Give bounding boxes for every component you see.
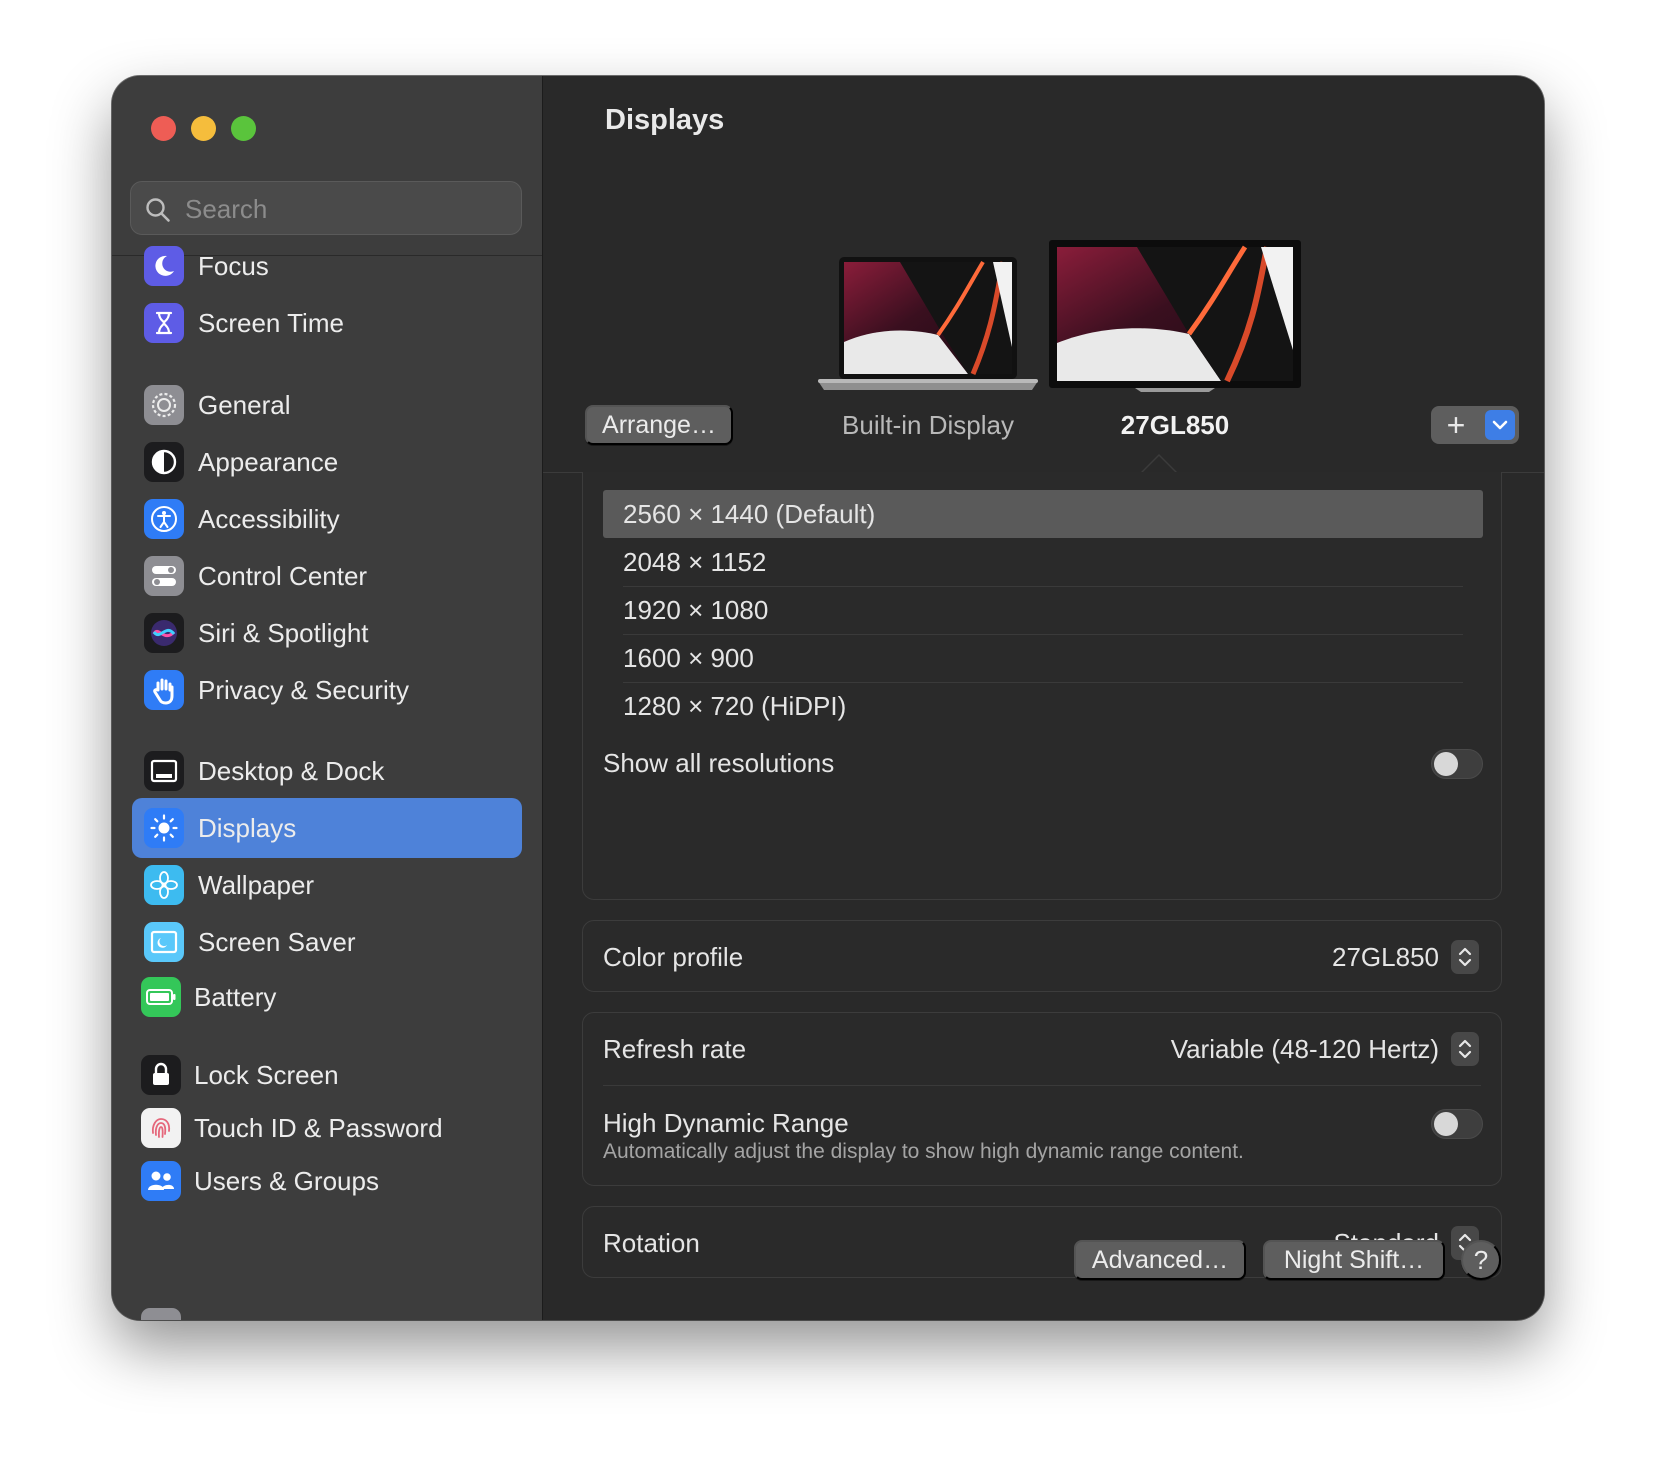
sun-icon bbox=[144, 808, 184, 848]
sidebar-item-screen-time[interactable]: Screen Time bbox=[132, 293, 522, 353]
zoom-button[interactable] bbox=[231, 116, 256, 141]
sidebar-item-label: Lock Screen bbox=[194, 1060, 339, 1090]
external-display-label[interactable]: 27GL850 bbox=[1049, 410, 1301, 441]
hdr-toggle[interactable] bbox=[1431, 1109, 1483, 1139]
partial-sidebar-icon bbox=[141, 1308, 181, 1320]
dock-icon bbox=[144, 751, 184, 791]
sidebar-item-label: Wallpaper bbox=[198, 870, 315, 900]
show-all-resolutions-toggle[interactable] bbox=[1431, 749, 1483, 779]
sidebar: Focus Screen Time General Appearance bbox=[112, 76, 543, 1320]
search-input[interactable] bbox=[183, 182, 517, 236]
color-profile-label: Color profile bbox=[603, 942, 744, 972]
up-down-chevron-icon bbox=[1458, 947, 1472, 967]
add-display-button[interactable]: + bbox=[1431, 406, 1481, 444]
resolution-option[interactable]: 1600 × 900 bbox=[603, 634, 1483, 682]
selection-pointer bbox=[1141, 453, 1177, 474]
sidebar-item-label: General bbox=[198, 390, 291, 420]
resolution-panel: 2560 × 1440 (Default) 2048 × 1152 1920 ×… bbox=[582, 472, 1502, 900]
page-title: Displays bbox=[605, 104, 725, 136]
close-button[interactable] bbox=[151, 116, 176, 141]
sidebar-item-label: Screen Saver bbox=[198, 927, 356, 957]
sidebar-item-control-center[interactable]: Control Center bbox=[132, 546, 522, 606]
settings-window: Focus Screen Time General Appearance bbox=[112, 76, 1544, 1320]
sidebar-item-siri-spotlight[interactable]: Siri & Spotlight bbox=[132, 603, 522, 663]
flower-icon bbox=[144, 865, 184, 905]
toggle-knob bbox=[1434, 1112, 1458, 1136]
displays-pane: Displays Arrange… Built-in Display 27GL8… bbox=[543, 76, 1544, 1320]
sidebar-item-privacy-security[interactable]: Privacy & Security bbox=[132, 660, 522, 720]
builtin-display-thumbnail[interactable] bbox=[818, 257, 1038, 393]
hdr-label: High Dynamic Range bbox=[603, 1108, 849, 1138]
resolution-option[interactable]: 1920 × 1080 bbox=[603, 586, 1483, 634]
sidebar-item-users-groups[interactable]: Users & Groups bbox=[132, 1151, 522, 1211]
sidebar-item-displays[interactable]: Displays bbox=[132, 798, 522, 858]
refresh-rate-value[interactable]: Variable (48-120 Hertz) bbox=[1171, 1034, 1439, 1065]
sidebar-item-label: Control Center bbox=[198, 561, 368, 591]
sidebar-item-label: Siri & Spotlight bbox=[198, 618, 369, 648]
add-display-menu[interactable] bbox=[1485, 410, 1515, 440]
help-button[interactable]: ? bbox=[1461, 1240, 1501, 1280]
night-shift-button[interactable]: Night Shift… bbox=[1263, 1240, 1445, 1280]
moon-icon bbox=[144, 246, 184, 286]
sidebar-item-label: Users & Groups bbox=[194, 1166, 379, 1196]
refresh-rate-label: Refresh rate bbox=[603, 1034, 747, 1064]
sidebar-item-label: Focus bbox=[198, 251, 269, 281]
arrange-button[interactable]: Arrange… bbox=[585, 405, 733, 445]
toggles-icon bbox=[144, 556, 184, 596]
sidebar-item-label: Accessibility bbox=[198, 504, 340, 534]
sidebar-item-focus[interactable]: Focus bbox=[132, 236, 522, 296]
accessibility-icon bbox=[144, 499, 184, 539]
sidebar-item-label: Appearance bbox=[198, 447, 339, 477]
siri-icon bbox=[144, 613, 184, 653]
resolution-option[interactable]: 1280 × 720 (HiDPI) bbox=[603, 682, 1483, 730]
sidebar-item-accessibility[interactable]: Accessibility bbox=[132, 489, 522, 549]
hourglass-icon bbox=[144, 303, 184, 343]
advanced-button[interactable]: Advanced… bbox=[1074, 1240, 1246, 1280]
minimize-button[interactable] bbox=[191, 116, 216, 141]
resolution-option[interactable]: 2048 × 1152 bbox=[603, 538, 1483, 586]
sidebar-item-general[interactable]: General bbox=[132, 375, 522, 435]
builtin-display-label[interactable]: Built-in Display bbox=[818, 410, 1038, 441]
sidebar-item-label: Touch ID & Password bbox=[194, 1113, 443, 1143]
sidebar-item-lock-screen[interactable]: Lock Screen bbox=[132, 1045, 522, 1105]
users-icon bbox=[141, 1161, 181, 1201]
hdr-description: Automatically adjust the display to show… bbox=[603, 1140, 1244, 1163]
show-all-resolutions-label: Show all resolutions bbox=[603, 748, 835, 778]
refresh-rate-stepper[interactable] bbox=[1451, 1032, 1479, 1066]
sidebar-item-label: Screen Time bbox=[198, 308, 344, 338]
color-profile-stepper[interactable] bbox=[1451, 940, 1479, 974]
rotation-label: Rotation bbox=[603, 1228, 700, 1258]
fingerprint-icon bbox=[141, 1108, 181, 1148]
sidebar-item-desktop-dock[interactable]: Desktop & Dock bbox=[132, 741, 522, 801]
sidebar-item-touch-id-password[interactable]: Touch ID & Password bbox=[132, 1098, 522, 1158]
battery-icon bbox=[141, 977, 181, 1017]
hand-icon bbox=[144, 670, 184, 710]
window-controls bbox=[151, 116, 256, 141]
appearance-icon bbox=[144, 442, 184, 482]
chevron-down-icon bbox=[1492, 420, 1508, 430]
sidebar-item-battery[interactable]: Battery bbox=[132, 967, 522, 1027]
external-display-thumbnail[interactable] bbox=[1049, 240, 1301, 392]
search-icon bbox=[146, 198, 170, 222]
sidebar-item-label: Privacy & Security bbox=[198, 675, 409, 705]
sidebar-item-wallpaper[interactable]: Wallpaper bbox=[132, 855, 522, 915]
sidebar-item-label: Desktop & Dock bbox=[198, 756, 385, 786]
color-profile-value[interactable]: 27GL850 bbox=[1332, 942, 1439, 973]
toggle-knob bbox=[1434, 752, 1458, 776]
color-profile-panel: Color profile 27GL850 bbox=[582, 920, 1502, 992]
up-down-chevron-icon bbox=[1458, 1039, 1472, 1059]
screen-saver-icon bbox=[144, 922, 184, 962]
search-field[interactable] bbox=[130, 181, 522, 236]
resolution-option[interactable]: 2560 × 1440 (Default) bbox=[603, 490, 1483, 538]
refresh-hdr-panel: Refresh rate Variable (48-120 Hertz) Hig… bbox=[582, 1012, 1502, 1186]
gear-icon bbox=[144, 385, 184, 425]
sidebar-item-appearance[interactable]: Appearance bbox=[132, 432, 522, 492]
sidebar-item-label: Displays bbox=[198, 813, 297, 843]
sidebar-item-screen-saver[interactable]: Screen Saver bbox=[132, 912, 522, 972]
add-display-control[interactable]: + bbox=[1431, 406, 1519, 444]
sidebar-item-label: Battery bbox=[194, 982, 277, 1012]
row-divider bbox=[603, 1085, 1481, 1086]
lock-icon bbox=[141, 1055, 181, 1095]
